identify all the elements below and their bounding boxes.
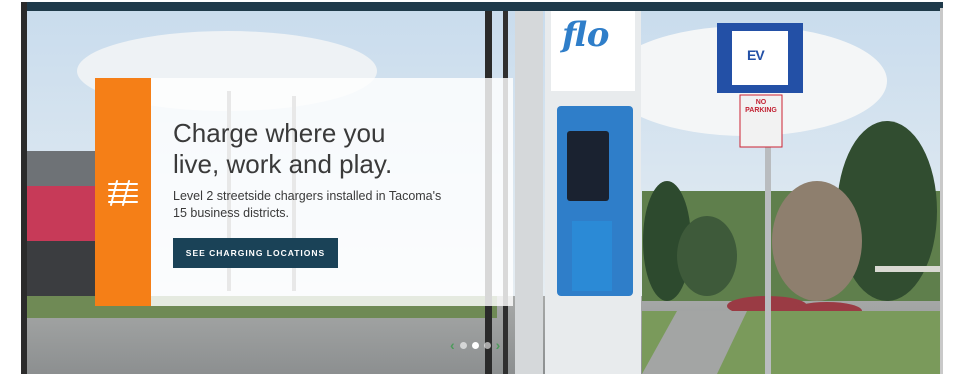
carousel-pager: ‹ › — [450, 338, 500, 352]
hero-subtext-line-1: Level 2 streetside chargers installed in… — [173, 189, 442, 203]
carousel-dot-2-active[interactable] — [471, 341, 479, 349]
hero-headline-line-2: live, work and play. — [173, 149, 393, 179]
chevron-right-icon[interactable]: › — [496, 338, 501, 352]
card-accent-bar — [95, 78, 151, 306]
frame-edge-right — [940, 8, 943, 374]
plug-lines-icon — [108, 180, 138, 206]
hero-subtext: Level 2 streetside chargers installed in… — [173, 188, 503, 222]
charger-brand-logo: flo — [562, 15, 610, 55]
top-bar — [21, 2, 943, 11]
chevron-left-icon[interactable]: ‹ — [450, 338, 455, 352]
hero-subtext-line-2: 15 business districts. — [173, 206, 290, 220]
carousel-dot-3[interactable] — [483, 341, 491, 349]
carousel-dot-1[interactable] — [459, 341, 467, 349]
see-charging-locations-button[interactable]: SEE CHARGING LOCATIONS — [173, 238, 338, 268]
hero-headline-line-1: Charge where you — [173, 118, 386, 148]
hero-card: Charge where you live, work and play. Le… — [95, 78, 513, 306]
ev-sign-text: EV — [747, 47, 765, 63]
no-parking-sign-text: NO PARKING — [745, 99, 777, 114]
hero-headline: Charge where you live, work and play. — [173, 118, 503, 180]
page: flo EV NO PARKING ‹ › Charge where you l… — [0, 0, 959, 378]
